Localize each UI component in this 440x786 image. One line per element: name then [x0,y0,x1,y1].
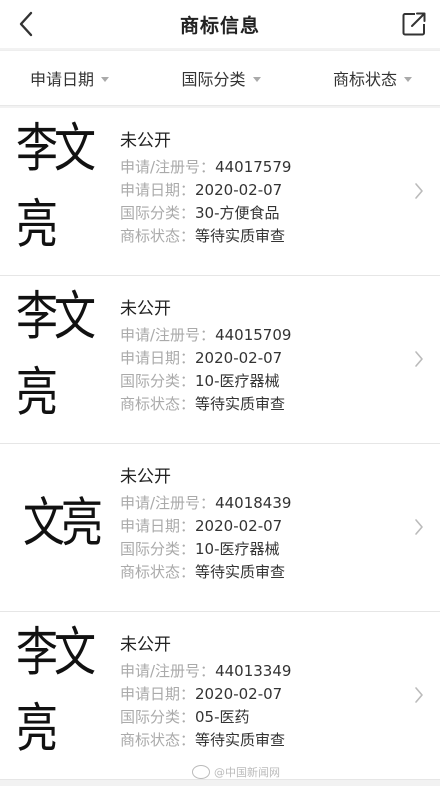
trademark-card[interactable]: 李文亮 未公开 申请/注册号：44015709 申请日期：2020-02-07 … [0,276,440,444]
date-value: 2020-02-07 [195,517,283,535]
reg-no-row: 申请/注册号：44018439 [120,492,291,515]
watermark-text: @中国新闻网 [214,766,280,779]
filter-label: 国际分类 [181,70,246,89]
class-label: 国际分类： [120,708,196,726]
date-value: 2020-02-07 [195,181,283,199]
status-row: 商标状态：等待实质审查 [120,729,291,752]
date-label: 申请日期： [120,349,196,367]
status-label: 商标状态： [120,563,196,581]
class-label: 国际分类： [120,540,196,558]
reg-no-row: 申请/注册号：44015709 [120,324,291,347]
date-row: 申请日期：2020-02-07 [120,347,291,370]
date-row: 申请日期：2020-02-07 [120,179,291,202]
date-label: 申请日期： [120,517,196,535]
status-row: 商标状态：等待实质审查 [120,561,291,584]
watermark: @中国新闻网 [192,764,280,780]
class-value: 30-方便食品 [195,204,280,222]
trademark-info: 未公开 申请/注册号：44017579 申请日期：2020-02-07 国际分类… [120,126,291,248]
class-row: 国际分类：05-医药 [120,706,291,729]
back-button[interactable] [10,8,42,40]
status-row: 商标状态：等待实质审查 [120,393,291,416]
caret-down-icon [403,76,412,82]
reg-no-value: 44017579 [215,158,292,176]
page-title: 商标信息 [179,14,260,37]
reg-no-label: 申请/注册号： [120,158,216,176]
back-arrow-icon [19,11,33,37]
trademark-card[interactable]: 文亮 未公开 申请/注册号：44018439 申请日期：2020-02-07 国… [0,444,440,612]
status-value: 等待实质审查 [195,731,286,749]
trademark-list: 李文亮 未公开 申请/注册号：44017579 申请日期：2020-02-07 … [0,108,440,780]
status-label: 商标状态： [120,731,196,749]
date-value: 2020-02-07 [195,349,283,367]
trademark-image: 李文亮 [16,117,96,255]
caret-down-icon [252,76,261,82]
status-value: 等待实质审查 [195,563,286,581]
weibo-logo-icon [192,765,210,779]
chevron-right-icon [412,516,426,538]
filter-international-class[interactable]: 国际分类 [181,66,261,90]
trademark-info: 未公开 申请/注册号：44013349 申请日期：2020-02-07 国际分类… [120,630,291,752]
status-value: 等待实质审查 [195,395,286,413]
reg-no-value: 44013349 [215,662,292,680]
filter-label: 申请日期 [30,70,95,89]
filter-bar: 申请日期 国际分类 商标状态 [0,50,440,106]
share-icon [402,12,426,36]
class-label: 国际分类： [120,204,196,222]
filter-trademark-status[interactable]: 商标状态 [333,66,412,90]
trademark-info: 未公开 申请/注册号：44018439 申请日期：2020-02-07 国际分类… [120,462,291,584]
status-row: 商标状态：等待实质审查 [120,225,291,248]
reg-no-label: 申请/注册号： [120,326,216,344]
reg-no-value: 44018439 [215,494,292,512]
class-value: 05-医药 [195,708,250,726]
class-row: 国际分类：30-方便食品 [120,202,291,225]
date-row: 申请日期：2020-02-07 [120,515,291,538]
chevron-right-icon [412,684,426,706]
date-label: 申请日期： [120,181,196,199]
caret-down-icon [101,76,110,82]
status-value: 等待实质审查 [195,227,286,245]
class-value: 10-医疗器械 [195,372,280,390]
class-label: 国际分类： [120,372,196,390]
date-row: 申请日期：2020-02-07 [120,683,291,706]
trademark-card[interactable]: 李文亮 未公开 申请/注册号：44017579 申请日期：2020-02-07 … [0,108,440,276]
chevron-right-icon [412,348,426,370]
trademark-name: 未公开 [120,299,171,319]
trademark-card[interactable]: 李文亮 未公开 申请/注册号：44013349 申请日期：2020-02-07 … [0,612,440,780]
chevron-right-icon [412,180,426,202]
class-value: 10-医疗器械 [195,540,280,558]
reg-no-label: 申请/注册号： [120,494,216,512]
reg-no-row: 申请/注册号：44017579 [120,156,291,179]
date-value: 2020-02-07 [195,685,283,703]
trademark-info: 未公开 申请/注册号：44015709 申请日期：2020-02-07 国际分类… [120,294,291,416]
filter-label: 商标状态 [332,70,397,89]
trademark-name: 未公开 [120,635,171,655]
status-label: 商标状态： [120,227,196,245]
status-label: 商标状态： [120,395,196,413]
share-button[interactable] [398,8,430,40]
top-bar: 商标信息 [0,0,440,48]
reg-no-label: 申请/注册号： [120,662,216,680]
trademark-image: 李文亮 [16,285,96,423]
trademark-name: 未公开 [120,467,171,487]
class-row: 国际分类：10-医疗器械 [120,370,291,393]
reg-no-row: 申请/注册号：44013349 [120,660,291,683]
filter-application-date[interactable]: 申请日期 [30,66,110,90]
date-label: 申请日期： [120,685,196,703]
class-row: 国际分类：10-医疗器械 [120,538,291,561]
trademark-image: 文亮 [22,491,103,553]
trademark-image: 李文亮 [16,621,96,759]
trademark-name: 未公开 [120,131,171,151]
reg-no-value: 44015709 [215,326,292,344]
